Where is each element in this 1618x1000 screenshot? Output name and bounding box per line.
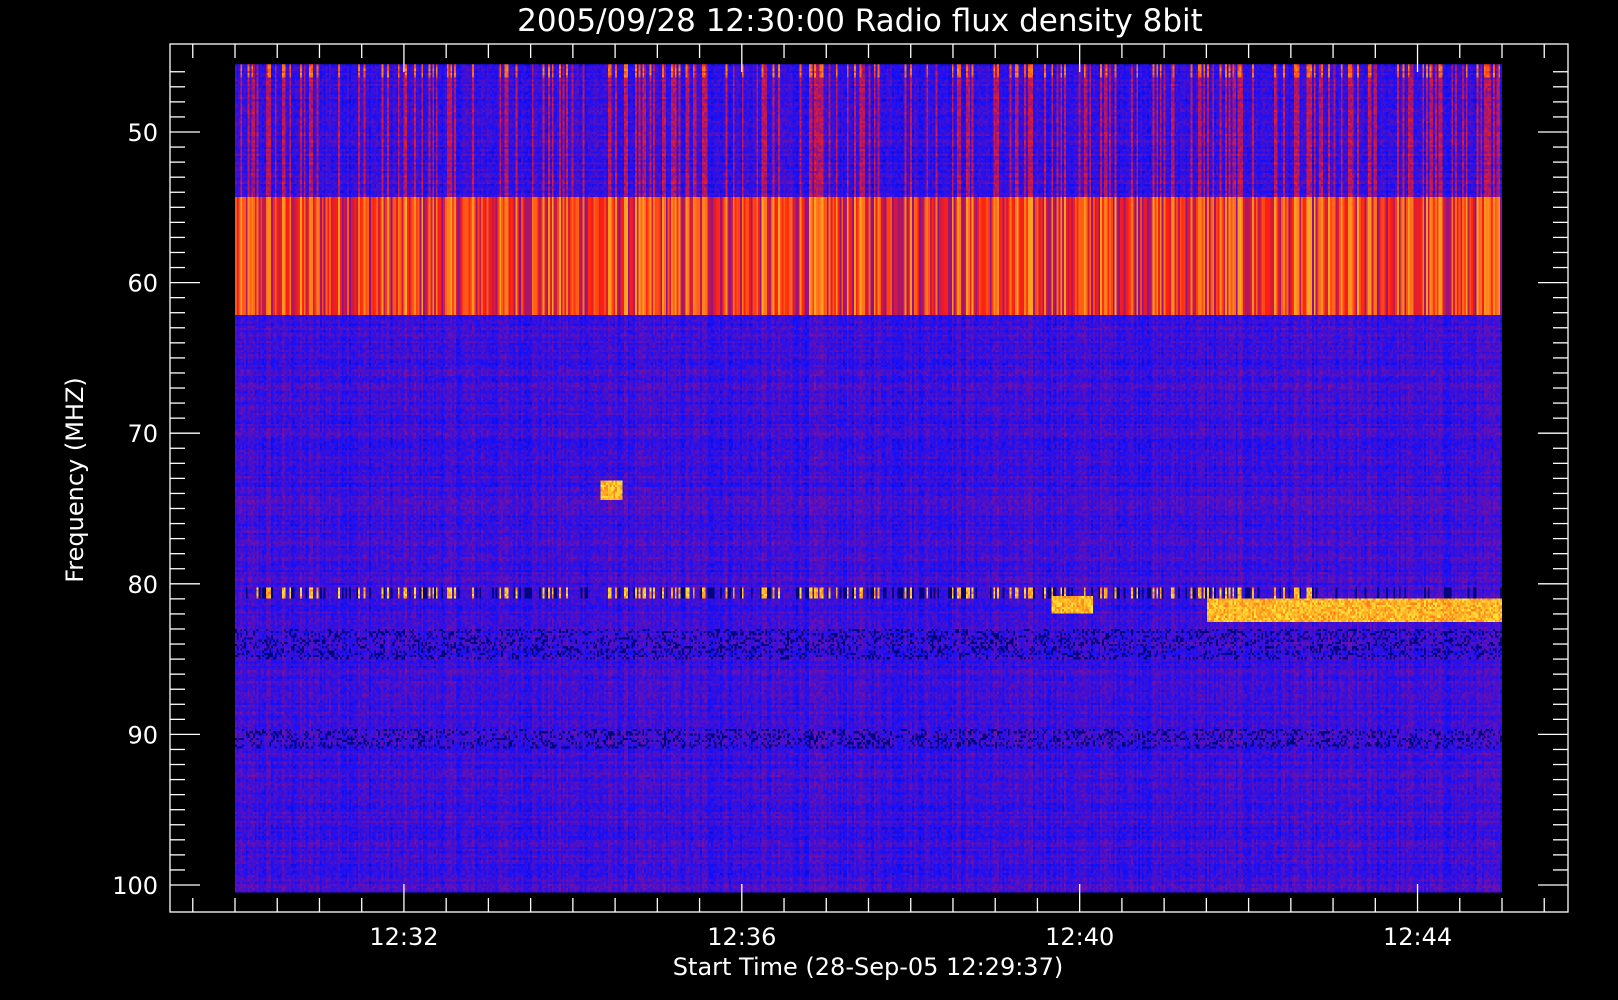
y-tick-label: 70 [127, 420, 158, 448]
x-tick-label: 12:36 [707, 923, 776, 951]
y-tick-label: 80 [127, 571, 158, 599]
y-tick-label: 90 [127, 721, 158, 749]
y-tick-label: 60 [127, 270, 158, 298]
chart-title: 2005/09/28 12:30:00 Radio flux density 8… [517, 3, 1203, 39]
spectrogram-heatmap [235, 64, 1502, 893]
spectrogram-image [235, 64, 1502, 893]
x-axis-label: Start Time (28-Sep-05 12:29:37) [673, 953, 1063, 981]
x-tick-label: 12:44 [1383, 923, 1452, 951]
y-tick-label: 100 [112, 872, 158, 900]
x-tick-label: 12:32 [369, 923, 438, 951]
spectrogram-chart: 2005/09/28 12:30:00 Radio flux density 8… [61, 3, 1569, 981]
y-tick-label: 50 [127, 119, 158, 147]
x-tick-label: 12:40 [1045, 923, 1114, 951]
y-axis-label: Frequency (MHZ) [61, 377, 89, 583]
